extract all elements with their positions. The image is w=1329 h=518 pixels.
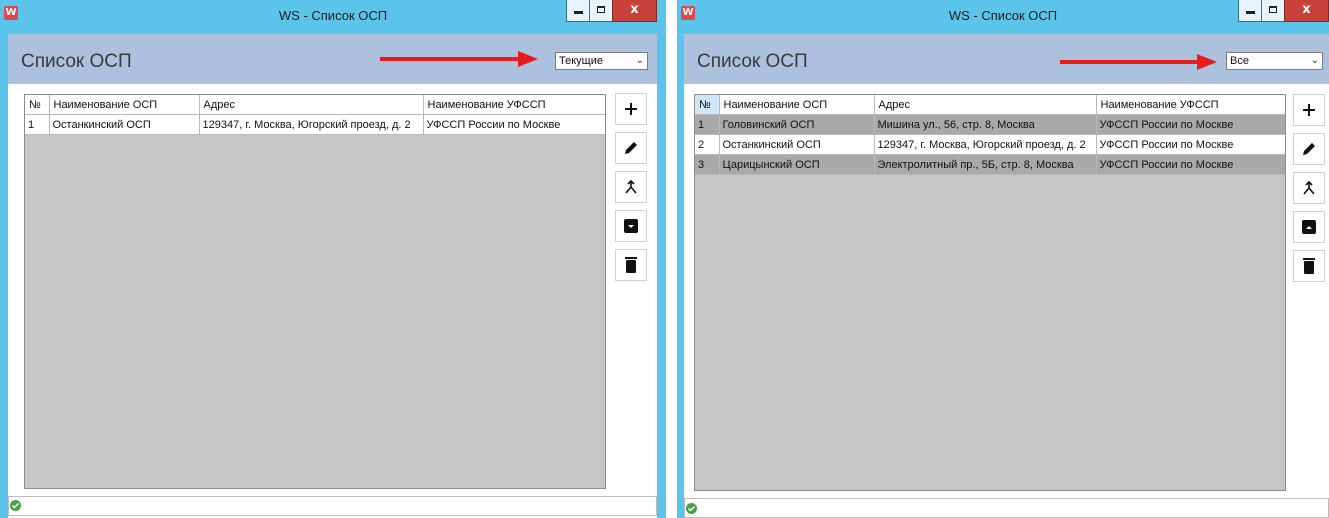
table-row[interactable]: 2 Останкинский ОСП 129347, г. Москва, Юг… — [695, 134, 1285, 155]
column-header-num[interactable]: № — [695, 95, 720, 115]
osp-table[interactable]: № Наименование ОСП Адрес Наименование УФ… — [694, 94, 1286, 491]
delete-icon — [625, 257, 637, 273]
cell-num: 3 — [695, 154, 720, 175]
cell-address: 129347, г. Москва, Югорский проезд, д. 2 — [199, 114, 424, 135]
add-button[interactable] — [615, 93, 647, 125]
status-bar — [8, 496, 657, 516]
add-button[interactable] — [1293, 94, 1325, 126]
red-arrow-line — [380, 57, 520, 61]
window-title: WS - Список ОСП — [948, 8, 1058, 23]
edit-icon — [1303, 143, 1315, 155]
column-header-ufssp[interactable]: Наименование УФССП — [1096, 95, 1285, 115]
add-icon — [625, 103, 637, 115]
column-header-address[interactable]: Адрес — [199, 95, 424, 115]
minimize-button[interactable] — [566, 0, 590, 22]
osp-table-grid: № Наименование ОСП Адрес Наименование УФ… — [25, 95, 605, 135]
cell-address: Мишина ул., 56, стр. 8, Москва — [874, 114, 1097, 135]
table-header-row: № Наименование ОСП Адрес Наименование УФ… — [695, 95, 1285, 115]
filter-select[interactable]: Текущие ⌄ — [555, 52, 648, 70]
cell-num: 1 — [695, 114, 720, 135]
maximize-icon — [1269, 6, 1277, 13]
delete-button[interactable] — [1293, 250, 1325, 282]
column-header-ufssp[interactable]: Наименование УФССП — [423, 95, 605, 115]
cell-num: 1 — [25, 114, 50, 135]
merge-icon — [1303, 180, 1315, 195]
chevron-down-icon: ⌄ — [635, 55, 644, 66]
close-icon: x — [630, 2, 639, 17]
cell-name: Царицынский ОСП — [719, 154, 875, 175]
column-header-name[interactable]: Наименование ОСП — [49, 95, 200, 115]
delete-button[interactable] — [615, 249, 647, 281]
maximize-button[interactable] — [589, 0, 613, 22]
close-icon: x — [1302, 2, 1311, 17]
edit-button[interactable] — [1293, 133, 1325, 165]
title-bar[interactable]: W WS - Список ОСП x — [0, 0, 666, 34]
osp-table[interactable]: № Наименование ОСП Адрес Наименование УФ… — [24, 94, 606, 489]
cell-address: 129347, г. Москва, Югорский проезд, д. 2 — [874, 134, 1097, 155]
osp-table-grid: № Наименование ОСП Адрес Наименование УФ… — [695, 95, 1285, 175]
unarchive-button[interactable] — [1293, 211, 1325, 243]
toolbar — [615, 93, 647, 288]
ok-check-icon — [686, 503, 697, 514]
cell-address: Электролитный пр., 5Б, стр. 8, Москва — [874, 154, 1097, 175]
ok-check-icon — [10, 500, 21, 511]
chevron-down-icon: ⌄ — [1310, 55, 1319, 66]
red-arrow-line — [1060, 60, 1200, 64]
title-bar[interactable]: W WS - Список ОСП x — [677, 0, 1329, 34]
maximize-icon — [597, 6, 605, 13]
maximize-button[interactable] — [1261, 0, 1285, 22]
merge-button[interactable] — [615, 171, 647, 203]
cell-name: Головинский ОСП — [719, 114, 875, 135]
column-header-name[interactable]: Наименование ОСП — [719, 95, 875, 115]
cell-ufssp: УФССП России по Москве — [1096, 154, 1285, 175]
filter-select-value: Текущие — [559, 55, 603, 67]
table-header-row: № Наименование ОСП Адрес Наименование УФ… — [25, 95, 605, 115]
toolbar — [1293, 94, 1325, 289]
column-header-num[interactable]: № — [25, 95, 50, 115]
red-arrow-head — [1197, 54, 1217, 70]
edit-icon — [625, 142, 637, 154]
window-current: W WS - Список ОСП x Список ОСП Текущие ⌄… — [0, 0, 666, 518]
table-row[interactable]: 1 Останкинский ОСП 129347, г. Москва, Юг… — [25, 114, 605, 135]
close-button[interactable]: x — [612, 0, 657, 22]
minimize-icon — [574, 11, 583, 14]
edit-button[interactable] — [615, 132, 647, 164]
status-bar — [684, 498, 1329, 518]
filter-select-value: Все — [1230, 55, 1249, 67]
unarchive-icon — [1302, 220, 1316, 234]
merge-button[interactable] — [1293, 172, 1325, 204]
cell-ufssp: УФССП России по Москве — [1096, 114, 1285, 135]
table-row[interactable]: 1 Головинский ОСП Мишина ул., 56, стр. 8… — [695, 114, 1285, 135]
page-title: Список ОСП — [21, 51, 132, 72]
cell-ufssp: УФССП России по Москве — [423, 114, 605, 135]
archive-icon — [624, 219, 638, 233]
header-panel: Список ОСП Текущие ⌄ — [8, 34, 657, 84]
header-panel: Список ОСП Все ⌄ — [684, 34, 1329, 84]
delete-icon — [1303, 258, 1315, 274]
minimize-icon — [1246, 11, 1255, 14]
add-icon — [1303, 104, 1315, 116]
minimize-button[interactable] — [1238, 0, 1262, 22]
filter-select[interactable]: Все ⌄ — [1226, 52, 1323, 70]
cell-name: Останкинский ОСП — [49, 114, 200, 135]
cell-name: Останкинский ОСП — [719, 134, 875, 155]
archive-button[interactable] — [615, 210, 647, 242]
client-area: Список ОСП Все ⌄ № Наименование ОСП Адре… — [684, 34, 1329, 518]
close-button[interactable]: x — [1284, 0, 1329, 22]
cell-num: 2 — [695, 134, 720, 155]
red-arrow-head — [518, 51, 538, 67]
window-all: W WS - Список ОСП x Список ОСП Все ⌄ № Н… — [677, 0, 1329, 518]
table-row[interactable]: 3 Царицынский ОСП Электролитный пр., 5Б,… — [695, 154, 1285, 175]
cell-ufssp: УФССП России по Москве — [1096, 134, 1285, 155]
merge-icon — [625, 179, 637, 194]
client-area: Список ОСП Текущие ⌄ № Наименование ОСП … — [8, 34, 657, 518]
page-title: Список ОСП — [697, 51, 808, 72]
column-header-address[interactable]: Адрес — [874, 95, 1097, 115]
